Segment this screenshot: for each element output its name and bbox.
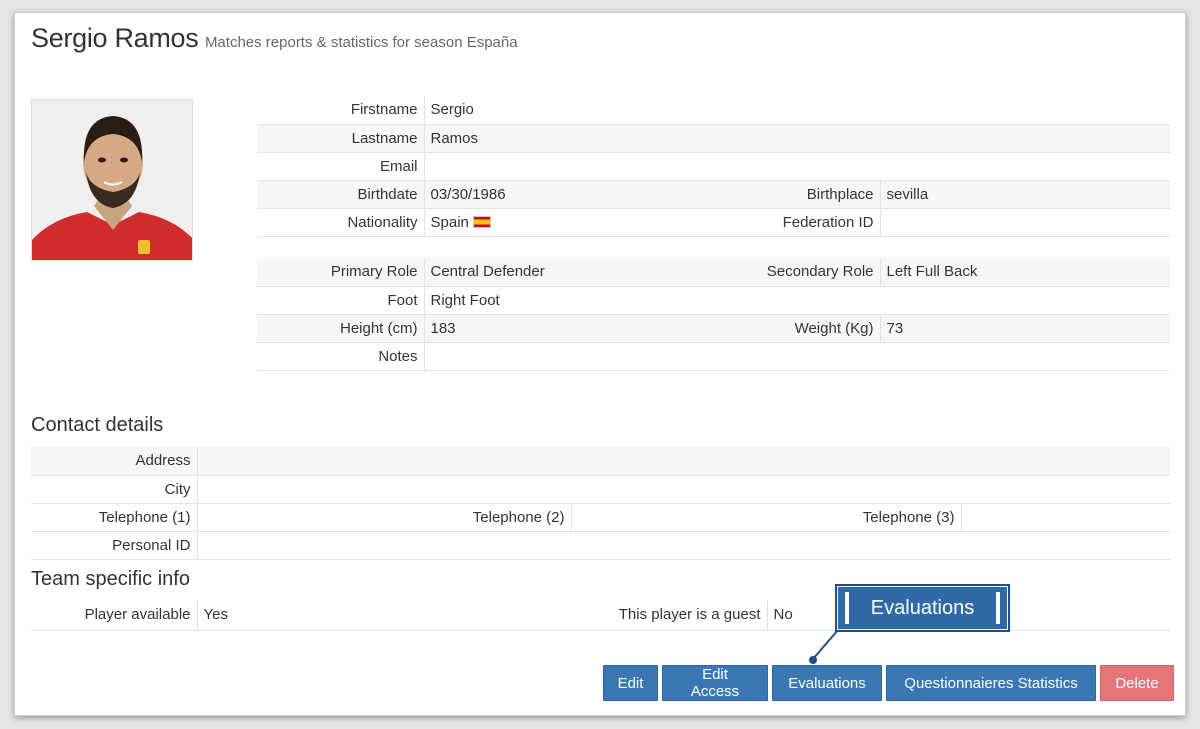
- weight-label: Weight (Kg): [714, 314, 881, 343]
- city-value: [197, 475, 1170, 504]
- page-title: Sergio Ramos: [31, 23, 199, 53]
- firstname-label: Firstname: [257, 96, 425, 125]
- player-profile-card: Sergio Ramos Matches reports & statistic…: [14, 12, 1186, 716]
- spain-flag-icon: [472, 215, 491, 228]
- address-label: Address: [31, 447, 198, 476]
- nationality-label: Nationality: [257, 208, 425, 237]
- birthdate-value: 03/30/1986: [424, 180, 714, 209]
- personal-id-label: Personal ID: [31, 531, 198, 560]
- lastname-value: Ramos: [424, 124, 1170, 153]
- evaluations-callout: Evaluations: [835, 584, 1010, 632]
- table-row: City: [31, 475, 1170, 504]
- telephone-1-label: Telephone (1): [31, 503, 198, 532]
- page-header: Sergio Ramos Matches reports & statistic…: [31, 23, 518, 54]
- player-avatar-image: [32, 100, 192, 260]
- guest-label: This player is a guest: [600, 600, 768, 631]
- player-info-table: Firstname Sergio Lastname Ramos Email Bi…: [257, 96, 1170, 237]
- nationality-cell: Spain: [424, 208, 714, 237]
- height-label: Height (cm): [257, 314, 425, 343]
- page-subtitle: Matches reports & statistics for season …: [204, 34, 518, 51]
- primary-role-value: Central Defender: [424, 258, 714, 287]
- foot-value: Right Foot: [424, 286, 1170, 315]
- table-row: Email: [257, 152, 1170, 181]
- federation-id-label: Federation ID: [714, 208, 881, 237]
- birthplace-label: Birthplace: [714, 180, 881, 209]
- lastname-label: Lastname: [257, 124, 425, 153]
- address-value: [197, 447, 1170, 476]
- notes-label: Notes: [257, 342, 425, 371]
- table-row: Height (cm) 183 Weight (Kg) 73: [257, 314, 1170, 343]
- table-row: Notes: [257, 342, 1170, 371]
- table-row: Address: [31, 447, 1170, 476]
- secondary-role-label: Secondary Role: [714, 258, 881, 287]
- table-row: Primary Role Central Defender Secondary …: [257, 258, 1170, 287]
- table-row: Birthdate 03/30/1986 Birthplace sevilla: [257, 180, 1170, 209]
- weight-value: 73: [880, 314, 1170, 343]
- personal-id-value: [197, 531, 1170, 560]
- edit-button[interactable]: Edit: [603, 665, 658, 701]
- table-row: Personal ID: [31, 531, 1170, 560]
- email-label: Email: [257, 152, 425, 181]
- city-label: City: [31, 475, 198, 504]
- federation-id-value: [880, 208, 1170, 237]
- height-value: 183: [424, 314, 714, 343]
- birthdate-label: Birthdate: [257, 180, 425, 209]
- primary-role-label: Primary Role: [257, 258, 425, 287]
- table-row: Telephone (1) Telephone (2) Telephone (3…: [31, 503, 1170, 532]
- firstname-value: Sergio: [424, 96, 1170, 125]
- foot-label: Foot: [257, 286, 425, 315]
- nationality-value: Spain: [430, 213, 469, 231]
- telephone-3-value: [961, 503, 1170, 532]
- table-row: Lastname Ramos: [257, 124, 1170, 153]
- table-row: Nationality Spain Federation ID: [257, 208, 1170, 237]
- player-photo: [31, 99, 193, 261]
- questionnaires-statistics-button[interactable]: Questionnaieres Statistics: [886, 665, 1096, 701]
- email-value: [424, 152, 1170, 181]
- table-row: Foot Right Foot: [257, 286, 1170, 315]
- team-info-title: Team specific info: [31, 568, 190, 590]
- notes-value: [424, 342, 1170, 371]
- secondary-role-value: Left Full Back: [880, 258, 1170, 287]
- player-available-label: Player available: [31, 600, 198, 631]
- telephone-2-label: Telephone (2): [197, 503, 572, 532]
- delete-button[interactable]: Delete: [1100, 665, 1174, 701]
- action-button-row: Edit Edit Access Evaluations Questionnai…: [603, 665, 1174, 701]
- player-available-value: Yes: [197, 600, 600, 631]
- birthplace-value: sevilla: [880, 180, 1170, 209]
- edit-access-button[interactable]: Edit Access: [662, 665, 768, 701]
- contact-details-table: Address City Telephone (1) Telephone (2)…: [31, 447, 1170, 560]
- contact-details-title: Contact details: [31, 414, 164, 436]
- player-role-table: Primary Role Central Defender Secondary …: [257, 258, 1170, 371]
- telephone-3-label: Telephone (3): [571, 503, 962, 532]
- evaluations-button[interactable]: Evaluations: [772, 665, 882, 701]
- callout-label: Evaluations: [870, 596, 975, 619]
- table-row: Firstname Sergio: [257, 96, 1170, 125]
